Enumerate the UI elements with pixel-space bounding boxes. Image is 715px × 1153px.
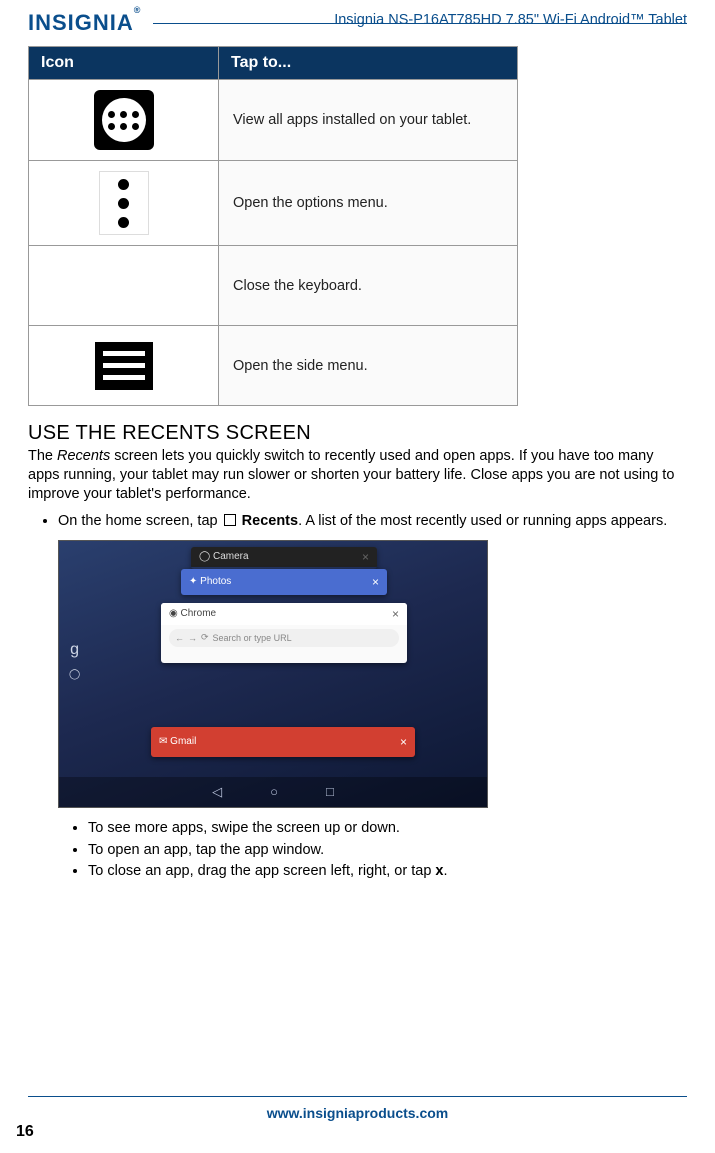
section-intro: The Recents screen lets you quickly swit…: [28, 447, 687, 504]
home-icon: ○: [270, 784, 278, 799]
section-heading: USE THE RECENTS SCREEN: [28, 422, 687, 445]
side-menu-icon: [95, 342, 153, 390]
list-item: On the home screen, tap Recents. A list …: [58, 512, 687, 532]
table-row: View all apps installed on your tablet.: [29, 80, 518, 161]
table-row: Close the keyboard.: [29, 246, 518, 326]
list-item: To see more apps, swipe the screen up or…: [88, 818, 687, 840]
back-icon: ◁: [212, 784, 222, 800]
sub-instruction-list: To see more apps, swipe the screen up or…: [88, 818, 687, 883]
page-number: 16: [16, 1123, 34, 1141]
brand-logo: INSIGNIA®: [28, 10, 149, 36]
recents-card-camera: ◯ Camera×: [191, 547, 377, 569]
table-row: Open the side menu.: [29, 326, 518, 406]
row-desc: Open the options menu.: [219, 161, 518, 246]
google-sidebar-icon: g ◯: [69, 641, 80, 680]
apps-icon: [94, 90, 154, 150]
col-tap-header: Tap to...: [219, 47, 518, 80]
recents-square-icon: [224, 514, 236, 526]
footer-rule: [28, 1096, 687, 1097]
android-navbar: ◁ ○ □: [59, 777, 487, 807]
recents-card-photos: ✦ Photos×: [181, 569, 387, 595]
row-desc: View all apps installed on your tablet.: [219, 80, 518, 161]
list-item: To close an app, drag the app screen lef…: [88, 861, 687, 883]
recents-icon: □: [326, 784, 334, 799]
icon-reference-table: Icon Tap to... View all apps installed o…: [28, 46, 518, 406]
recents-card-chrome: ◉ Chrome× ←→⟳Search or type URL: [161, 603, 407, 663]
instruction-list: On the home screen, tap Recents. A list …: [58, 512, 687, 532]
recents-card-gmail: ✉ Gmail×: [151, 727, 415, 757]
row-desc: Close the keyboard.: [219, 246, 518, 326]
table-row: Open the options menu.: [29, 161, 518, 246]
footer-url: www.insigniaproducts.com: [0, 1105, 715, 1121]
row-desc: Open the side menu.: [219, 326, 518, 406]
list-item: To open an app, tap the app window.: [88, 840, 687, 862]
options-menu-icon: [99, 171, 149, 235]
product-title: Insignia NS-P16AT785HD 7.85" Wi-Fi Andro…: [334, 12, 687, 28]
recents-screenshot: g ◯ ◯ Camera× ✦ Photos× ◉ Chrome× ←→⟳Sea…: [58, 540, 488, 808]
col-icon-header: Icon: [29, 47, 219, 80]
